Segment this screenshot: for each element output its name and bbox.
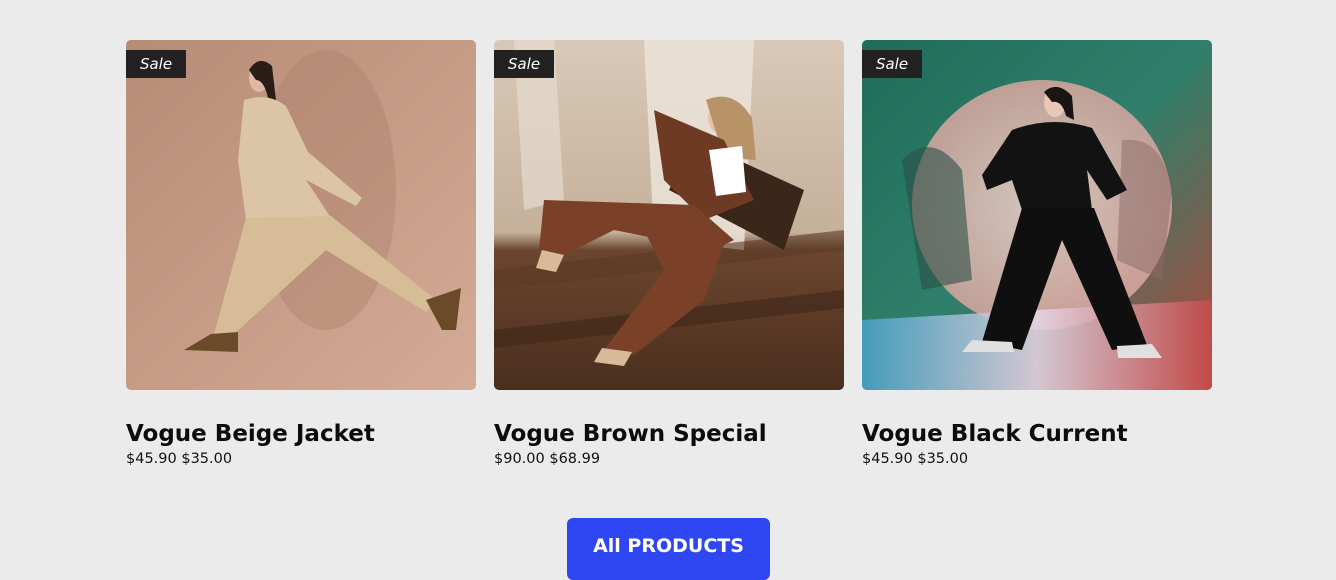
sale-badge: Sale — [126, 50, 186, 78]
product-name[interactable]: Vogue Beige Jacket — [126, 420, 476, 448]
price-new: $35.00 — [917, 451, 969, 467]
product-price: $90.00 $68.99 — [494, 450, 844, 468]
product-price: $45.90 $35.00 — [862, 450, 1212, 468]
product-grid: Sale Vogue Beige Jacket $45.90 $35.00 Sa… — [126, 40, 1212, 468]
product-card[interactable]: Sale Vogue Black Current $45.90 $35.00 — [862, 40, 1212, 468]
price-old: $45.90 — [126, 451, 177, 467]
product-photo-beige-jacket — [126, 40, 476, 390]
price-new: $35.00 — [181, 451, 233, 467]
price-old: $45.90 — [862, 451, 913, 467]
product-image[interactable]: Sale — [126, 40, 476, 390]
product-name[interactable]: Vogue Brown Special — [494, 420, 844, 448]
product-price: $45.90 $35.00 — [126, 450, 476, 468]
sale-badge: Sale — [862, 50, 922, 78]
product-photo-brown-special — [494, 40, 844, 390]
product-name[interactable]: Vogue Black Current — [862, 420, 1212, 448]
price-new: $68.99 — [549, 451, 601, 467]
all-products-button[interactable]: All PRODUCTS — [567, 518, 770, 580]
product-photo-black-current — [862, 40, 1212, 390]
product-card[interactable]: Sale Vogue Beige Jacket $45.90 $35.00 — [126, 40, 476, 468]
sale-badge: Sale — [494, 50, 554, 78]
product-image[interactable]: Sale — [494, 40, 844, 390]
product-card[interactable]: Sale Vogue Brown Special $90.00 $68.99 — [494, 40, 844, 468]
product-image[interactable]: Sale — [862, 40, 1212, 390]
price-old: $90.00 — [494, 451, 545, 467]
